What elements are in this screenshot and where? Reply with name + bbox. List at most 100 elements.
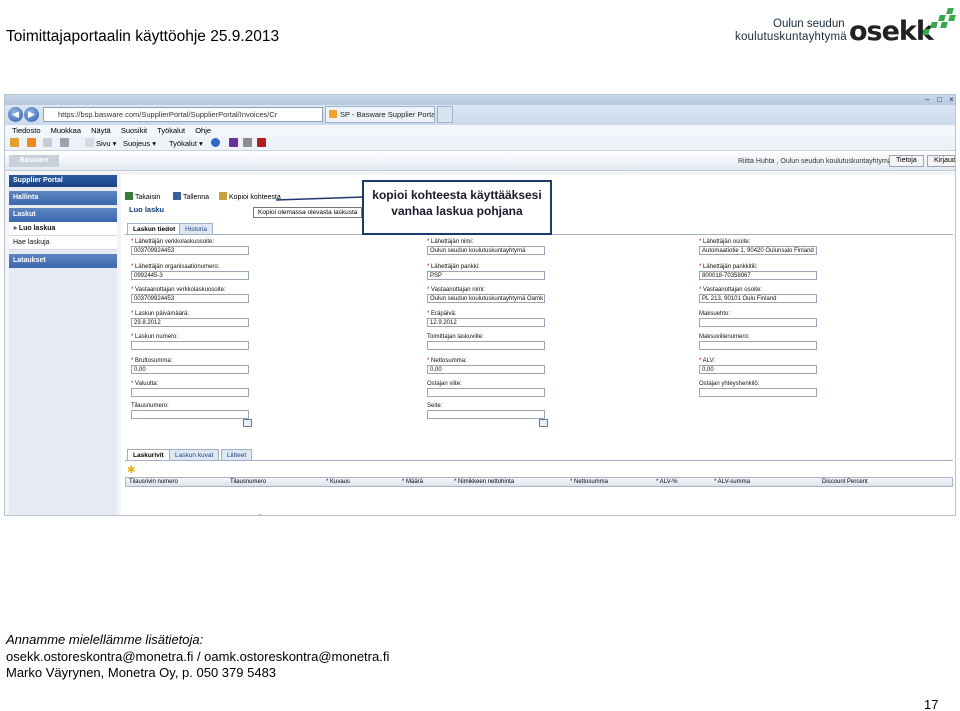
page-menu[interactable]: Sivu ▾ (85, 137, 116, 151)
form-field: * Laskun päivämäärä: 29.8.2012 (131, 311, 261, 327)
form-field-input[interactable] (699, 388, 817, 397)
form-field-input[interactable] (427, 388, 545, 397)
form-field-input[interactable] (699, 341, 817, 350)
save-button-label: Tallenna (183, 194, 210, 201)
form-field-input[interactable]: PSP (427, 271, 545, 280)
sidebar-item-lataukset[interactable]: Lataukset (9, 254, 117, 268)
n-icon[interactable] (257, 137, 268, 151)
form-field-input[interactable]: PL 213, 90101 Oulu Finland (699, 294, 817, 303)
form-field-label-text: Seite: (427, 403, 443, 409)
safety-menu[interactable]: Suojeus ▾ (123, 137, 156, 151)
form-field-input[interactable] (427, 410, 545, 419)
addon-icon[interactable] (229, 137, 240, 151)
form-field: Ostajan viite: (427, 381, 557, 397)
back-button[interactable]: Takaisin (125, 191, 160, 205)
close-icon[interactable]: × (947, 95, 955, 104)
sidebar-item-luo-laskua[interactable]: » Luo laskua (9, 222, 117, 236)
menu-nayta[interactable]: Näytä (91, 126, 111, 135)
form-field: * Nettosumma: 0,00 (427, 358, 557, 374)
form-field-label-text: Lähettäjän organisaationumero: (135, 264, 220, 270)
home-icon[interactable] (10, 137, 21, 151)
column-header[interactable]: * Määrä (402, 478, 423, 487)
back-icon[interactable]: ◀ (8, 107, 23, 122)
logo-mark: osekk (849, 16, 934, 47)
form-field-input[interactable]: 29.8.2012 (131, 318, 249, 327)
column-header[interactable]: * Kuvaus (326, 478, 350, 487)
column-header[interactable]: * Nimikkeen nettohinta (454, 478, 514, 487)
form-field: * Valuutta: (131, 381, 261, 397)
form-field-label-text: Tilausnumero: (131, 403, 169, 409)
menu-suosikit[interactable]: Suosikit (121, 126, 147, 135)
menu-ohje[interactable]: Ohje (195, 126, 211, 135)
info-icon[interactable]: i (259, 513, 261, 515)
sidebar-item-hallinta[interactable]: Hallinta (9, 191, 117, 205)
form-field-input[interactable]: 003709924453 (131, 246, 249, 255)
sidebar-item-hae-laskuja[interactable]: Hae laskuja (9, 236, 117, 250)
form-field-input[interactable] (699, 318, 817, 327)
minimize-icon[interactable]: – (923, 95, 932, 104)
add-row-icon[interactable]: ✱ (127, 465, 135, 476)
form-field-label: * Valuutta: (131, 381, 261, 387)
form-field-input[interactable]: 003709924453 (131, 294, 249, 303)
form-field: * Laskun numero: (131, 334, 261, 350)
form-field-label: * Nettosumma: (427, 358, 557, 364)
onenote-icon[interactable] (243, 137, 254, 151)
menu-tyokalut[interactable]: Työkalut (157, 126, 185, 135)
browser-tab-supplier-portal[interactable]: SP - Basware Supplier Portal (325, 106, 435, 123)
form-field-input[interactable] (131, 410, 249, 419)
form-field-label-text: Maksuehto: (699, 311, 731, 317)
help-icon[interactable] (211, 137, 222, 151)
form-field-input[interactable] (131, 388, 249, 397)
calendar-icon-due-date[interactable] (539, 419, 548, 427)
logo-dots-icon (922, 8, 957, 38)
feeds-icon[interactable] (27, 137, 38, 151)
form-field-label: * Lähettäjän pankkitili: (699, 264, 829, 270)
form-field-input[interactable]: 0992445-3 (131, 271, 249, 280)
form-field-label: * Laskun päivämäärä: (131, 311, 261, 317)
form-field-input[interactable]: 0,00 (427, 365, 545, 374)
address-bar[interactable]: https://bsp.basware.com/SupplierPortal/S… (43, 107, 323, 122)
column-header[interactable]: * ALV-% (656, 478, 678, 487)
print-icon[interactable] (60, 137, 71, 151)
save-icon (173, 192, 181, 200)
footer-line-1: Annamme mielellämme lisätietoja: (6, 632, 204, 647)
footer-line-3: Marko Väyrynen, Monetra Oy, p. 050 379 5… (6, 665, 277, 680)
save-button[interactable]: Tallenna (173, 191, 209, 205)
form-field-label: * Vastaanottajan osoite: (699, 287, 829, 293)
menu-muokkaa[interactable]: Muokkaa (51, 126, 81, 135)
form-field-label: Ostajan viite: (427, 381, 557, 387)
column-header[interactable]: Tilausnumero (230, 478, 266, 487)
forward-icon[interactable]: ▶ (24, 107, 39, 122)
menu-tiedosto[interactable]: Tiedosto (12, 126, 41, 135)
form-field-input[interactable]: Automaatiotie 1, 90420 Oulunsalo Finland (699, 246, 817, 255)
form-field-input[interactable]: 800018-70358067 (699, 271, 817, 280)
column-header[interactable]: Discount Percent (822, 478, 868, 487)
column-header[interactable]: * Nettosumma (570, 478, 608, 487)
form-field-label-text: Valuutta: (135, 381, 159, 387)
copy-from-button[interactable]: Kopioi kohteesta (219, 191, 281, 205)
kirjaudu-button[interactable]: Kirjaudu (927, 155, 955, 167)
sidebar-item-laskut[interactable]: Laskut (9, 208, 117, 222)
form-field-input[interactable]: Oulun seudun koulutuskuntayhtymä (427, 246, 545, 255)
form-field-label-text: Vastaanottajan verkkolaskuosoite: (135, 287, 226, 293)
callout-line-2: vanhaa laskua pohjana (391, 204, 523, 218)
form-field-input[interactable] (131, 341, 249, 350)
form-field-input[interactable]: 12.9.2012 (427, 318, 545, 327)
column-header[interactable]: Tilausrivin numero (129, 478, 178, 487)
copy-from-button-label: Kopioi kohteesta (229, 194, 281, 201)
column-header[interactable]: * ALV-summa (714, 478, 750, 487)
form-field-label-text: Laskun päivämäärä: (135, 311, 190, 317)
favicon-icon (329, 110, 337, 118)
new-tab-button[interactable] (437, 106, 453, 123)
form-field-input[interactable]: 0,00 (131, 365, 249, 374)
form-field: * Vastaanottajan osoite: PL 213, 90101 Ou… (699, 287, 829, 303)
tools-menu[interactable]: Työkalut ▾ (169, 137, 203, 151)
mail-icon[interactable] (43, 137, 54, 151)
tietoja-button[interactable]: Tietoja (889, 155, 924, 167)
form-field-input[interactable]: Oulun seudun koulutuskuntayhtymä Oamk (427, 294, 545, 303)
form-field-input[interactable]: 0,00 (699, 365, 817, 374)
form-field: Toimittajan laskuviite: (427, 334, 557, 350)
calendar-icon-invoice-date[interactable] (243, 419, 252, 427)
form-field-input[interactable] (427, 341, 545, 350)
maximize-icon[interactable]: □ (935, 95, 944, 104)
